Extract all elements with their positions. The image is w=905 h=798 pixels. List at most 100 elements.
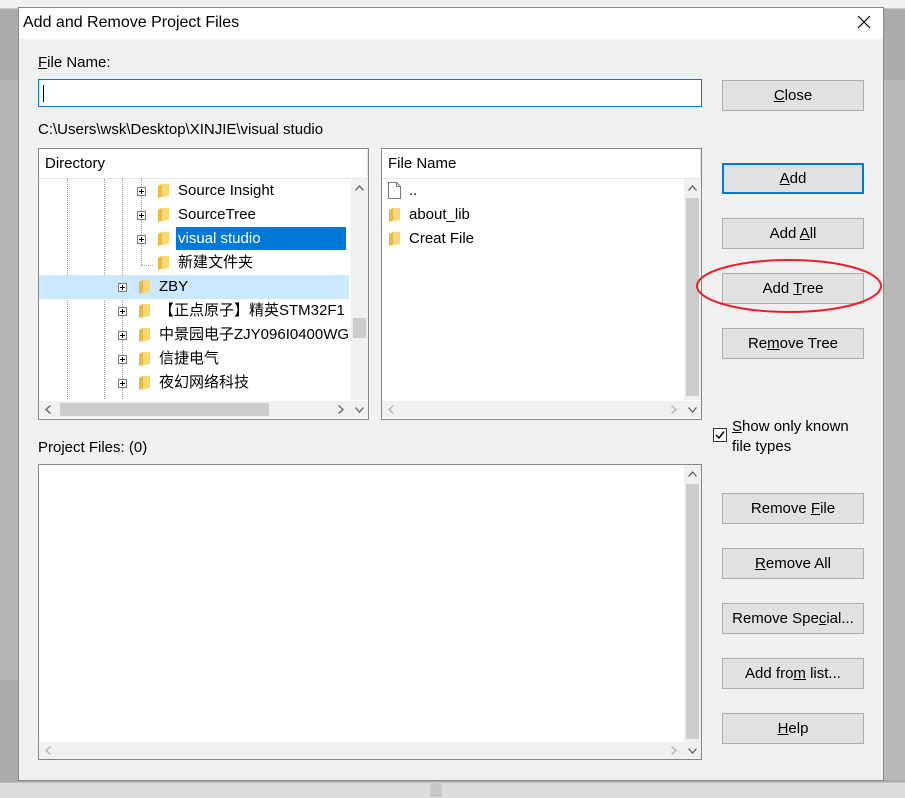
file-name-label-key: F — [38, 54, 48, 71]
close-window-button[interactable] — [849, 10, 879, 36]
scroll-right-icon[interactable] — [665, 742, 682, 759]
close-button[interactable]: Close — [722, 80, 864, 111]
btn-text: ll — [809, 225, 817, 242]
text-caret — [43, 85, 44, 102]
folder-icon — [139, 376, 150, 390]
header-divider — [700, 149, 701, 179]
help-button[interactable]: Help — [722, 713, 864, 744]
remove-file-button[interactable]: Remove File — [722, 493, 864, 524]
expand-icon[interactable] — [118, 307, 127, 316]
file-name-label: File Name: — [38, 54, 111, 71]
file-item-parent[interactable]: .. — [382, 179, 682, 203]
expand-icon[interactable] — [137, 235, 146, 244]
add-from-list-button[interactable]: Add from list... — [722, 658, 864, 689]
tree-item-sourcetree[interactable]: SourceTree — [39, 203, 350, 227]
scroll-right-icon[interactable] — [332, 401, 349, 418]
label-text: how only known — [742, 418, 849, 435]
file-item-about-lib[interactable]: about_lib — [382, 203, 682, 227]
scroll-down-icon[interactable] — [351, 401, 368, 418]
show-known-types-label[interactable]: Show only known — [732, 418, 849, 435]
expand-icon[interactable] — [118, 331, 127, 340]
background-app-area-right — [884, 80, 905, 780]
tree-item-label: 新建文件夹 — [178, 254, 254, 271]
project-files-label: Project Files: (0) — [38, 439, 148, 456]
btn-access-key: A — [799, 225, 810, 242]
tree-item-label: 【正点原子】精英STM32F1 — [159, 302, 345, 319]
btn-access-key: F — [810, 500, 821, 517]
label-access-key: S — [732, 418, 743, 435]
project-files-horizontal-scrollbar[interactable] — [39, 742, 701, 759]
btn-access-key: H — [777, 720, 789, 737]
btn-access-key: A — [779, 170, 790, 187]
tree-item-zhengdian-atom[interactable]: 【正点原子】精英STM32F1 — [39, 299, 350, 323]
directory-tree-panel[interactable]: Directory Source Insight SourceTree visu… — [38, 148, 369, 420]
tree-item-source-insight[interactable]: Source Insight — [39, 179, 350, 203]
expand-icon[interactable] — [137, 187, 146, 196]
tree-item-xinjie[interactable]: 信捷电气 — [39, 347, 350, 371]
file-list-vertical-scrollbar[interactable] — [684, 179, 701, 400]
directory-horizontal-scrollbar[interactable] — [39, 401, 368, 418]
file-name-column-header[interactable]: File Name — [382, 149, 701, 179]
btn-text: ile — [820, 500, 836, 517]
expand-icon[interactable] — [118, 283, 127, 292]
scroll-up-icon[interactable] — [684, 179, 701, 196]
tree-item-zby[interactable]: ZBY — [39, 275, 349, 299]
scroll-down-icon[interactable] — [684, 742, 701, 759]
file-name-header-label: File Name — [388, 155, 457, 172]
directory-column-header[interactable]: Directory — [39, 149, 368, 179]
folder-icon — [139, 352, 150, 366]
expand-icon[interactable] — [137, 211, 146, 220]
scroll-thumb[interactable] — [686, 484, 699, 739]
add-all-button[interactable]: Add All — [722, 218, 864, 249]
file-item-creat-file[interactable]: Creat File — [382, 227, 682, 251]
btn-access-key: T — [793, 280, 802, 297]
scroll-up-icon[interactable] — [351, 179, 368, 196]
folder-icon — [158, 256, 169, 270]
add-button[interactable]: Add — [722, 163, 864, 194]
remove-special-button[interactable]: Remove Special... — [722, 603, 864, 634]
file-list-horizontal-scrollbar[interactable] — [382, 401, 701, 418]
scroll-down-icon[interactable] — [684, 401, 701, 418]
add-tree-button[interactable]: Add Tree — [722, 273, 864, 304]
tree-item-label: 夜幻网络科技 — [159, 374, 250, 391]
scroll-thumb[interactable] — [60, 403, 269, 416]
remove-tree-button[interactable]: Remove Tree — [722, 328, 864, 359]
scroll-thumb[interactable] — [686, 198, 699, 396]
file-name-input[interactable] — [38, 79, 702, 107]
expand-icon[interactable] — [118, 379, 127, 388]
directory-vertical-scrollbar[interactable] — [351, 179, 368, 400]
btn-text: dd — [789, 170, 807, 187]
scroll-right-icon[interactable] — [665, 401, 682, 418]
file-name-label-post: ile Name: — [47, 54, 111, 71]
remove-all-button[interactable]: Remove All — [722, 548, 864, 579]
scroll-left-icon[interactable] — [39, 742, 56, 759]
expand-icon[interactable] — [118, 355, 127, 364]
scroll-thumb[interactable] — [353, 318, 366, 338]
tree-item-label: SourceTree — [178, 206, 256, 223]
btn-text: ial... — [826, 610, 854, 627]
btn-text: ove Tree — [779, 335, 839, 352]
close-icon — [857, 15, 871, 29]
tree-item-label: ZBY — [159, 278, 189, 295]
tree-item-zhongjingyuan[interactable]: 中景园电子ZJY096I0400WG — [39, 323, 350, 347]
project-files-list[interactable] — [38, 464, 702, 760]
project-files-vertical-scrollbar[interactable] — [684, 465, 701, 742]
background-statusbar — [0, 782, 905, 798]
scroll-up-icon[interactable] — [684, 465, 701, 482]
folder-icon — [158, 208, 169, 222]
background-divider — [430, 782, 442, 797]
tree-item-new-folder[interactable]: 新建文件夹 — [39, 251, 350, 275]
current-path: C:\Users\wsk\Desktop\XINJIE\visual studi… — [38, 121, 324, 138]
tree-item-yehuan[interactable]: 夜幻网络科技 — [39, 371, 350, 395]
show-known-types-checkbox[interactable] — [713, 428, 727, 442]
scroll-left-icon[interactable] — [382, 401, 399, 418]
folder-icon — [139, 328, 150, 342]
btn-text: Remove — [750, 500, 811, 517]
btn-text: Add — [769, 225, 800, 242]
scroll-left-icon[interactable] — [39, 401, 56, 418]
btn-access-key: C — [773, 87, 785, 104]
btn-text: list... — [805, 665, 841, 682]
file-list-panel[interactable]: File Name .. about_lib Creat File — [381, 148, 702, 420]
tree-item-visual-studio[interactable]: visual studio — [39, 227, 350, 251]
btn-text: ree — [801, 280, 824, 297]
